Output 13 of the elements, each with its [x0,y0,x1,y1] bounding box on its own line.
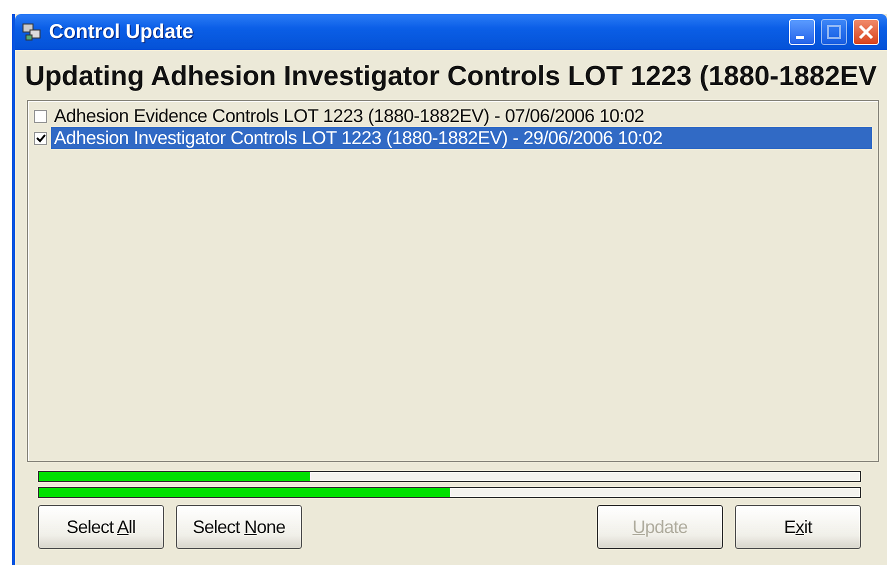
heading: Updating Adhesion Investigator Controls LOT 1223 (1880-1882EV [25,60,878,92]
app-icon [21,21,43,43]
action-button[interactable]: Select None [176,505,302,549]
action-button[interactable]: Select All [38,505,164,549]
minimize-icon [796,36,804,39]
window-title: Control Update [49,20,194,44]
checkbox[interactable] [34,132,47,144]
list-item[interactable]: Adhesion Evidence Controls LOT 1223 (1880-1882EV) - 07/06/2006 10:02 [51,105,648,127]
close-button[interactable] [853,19,879,45]
action-button[interactable]: Exit [735,505,861,549]
minimize-button[interactable] [789,19,815,45]
checkbox[interactable] [34,110,47,122]
list-item[interactable]: Adhesion Investigator Controls LOT 1223 (1880-1882EV) - 29/06/2006 10:02 [51,127,872,149]
